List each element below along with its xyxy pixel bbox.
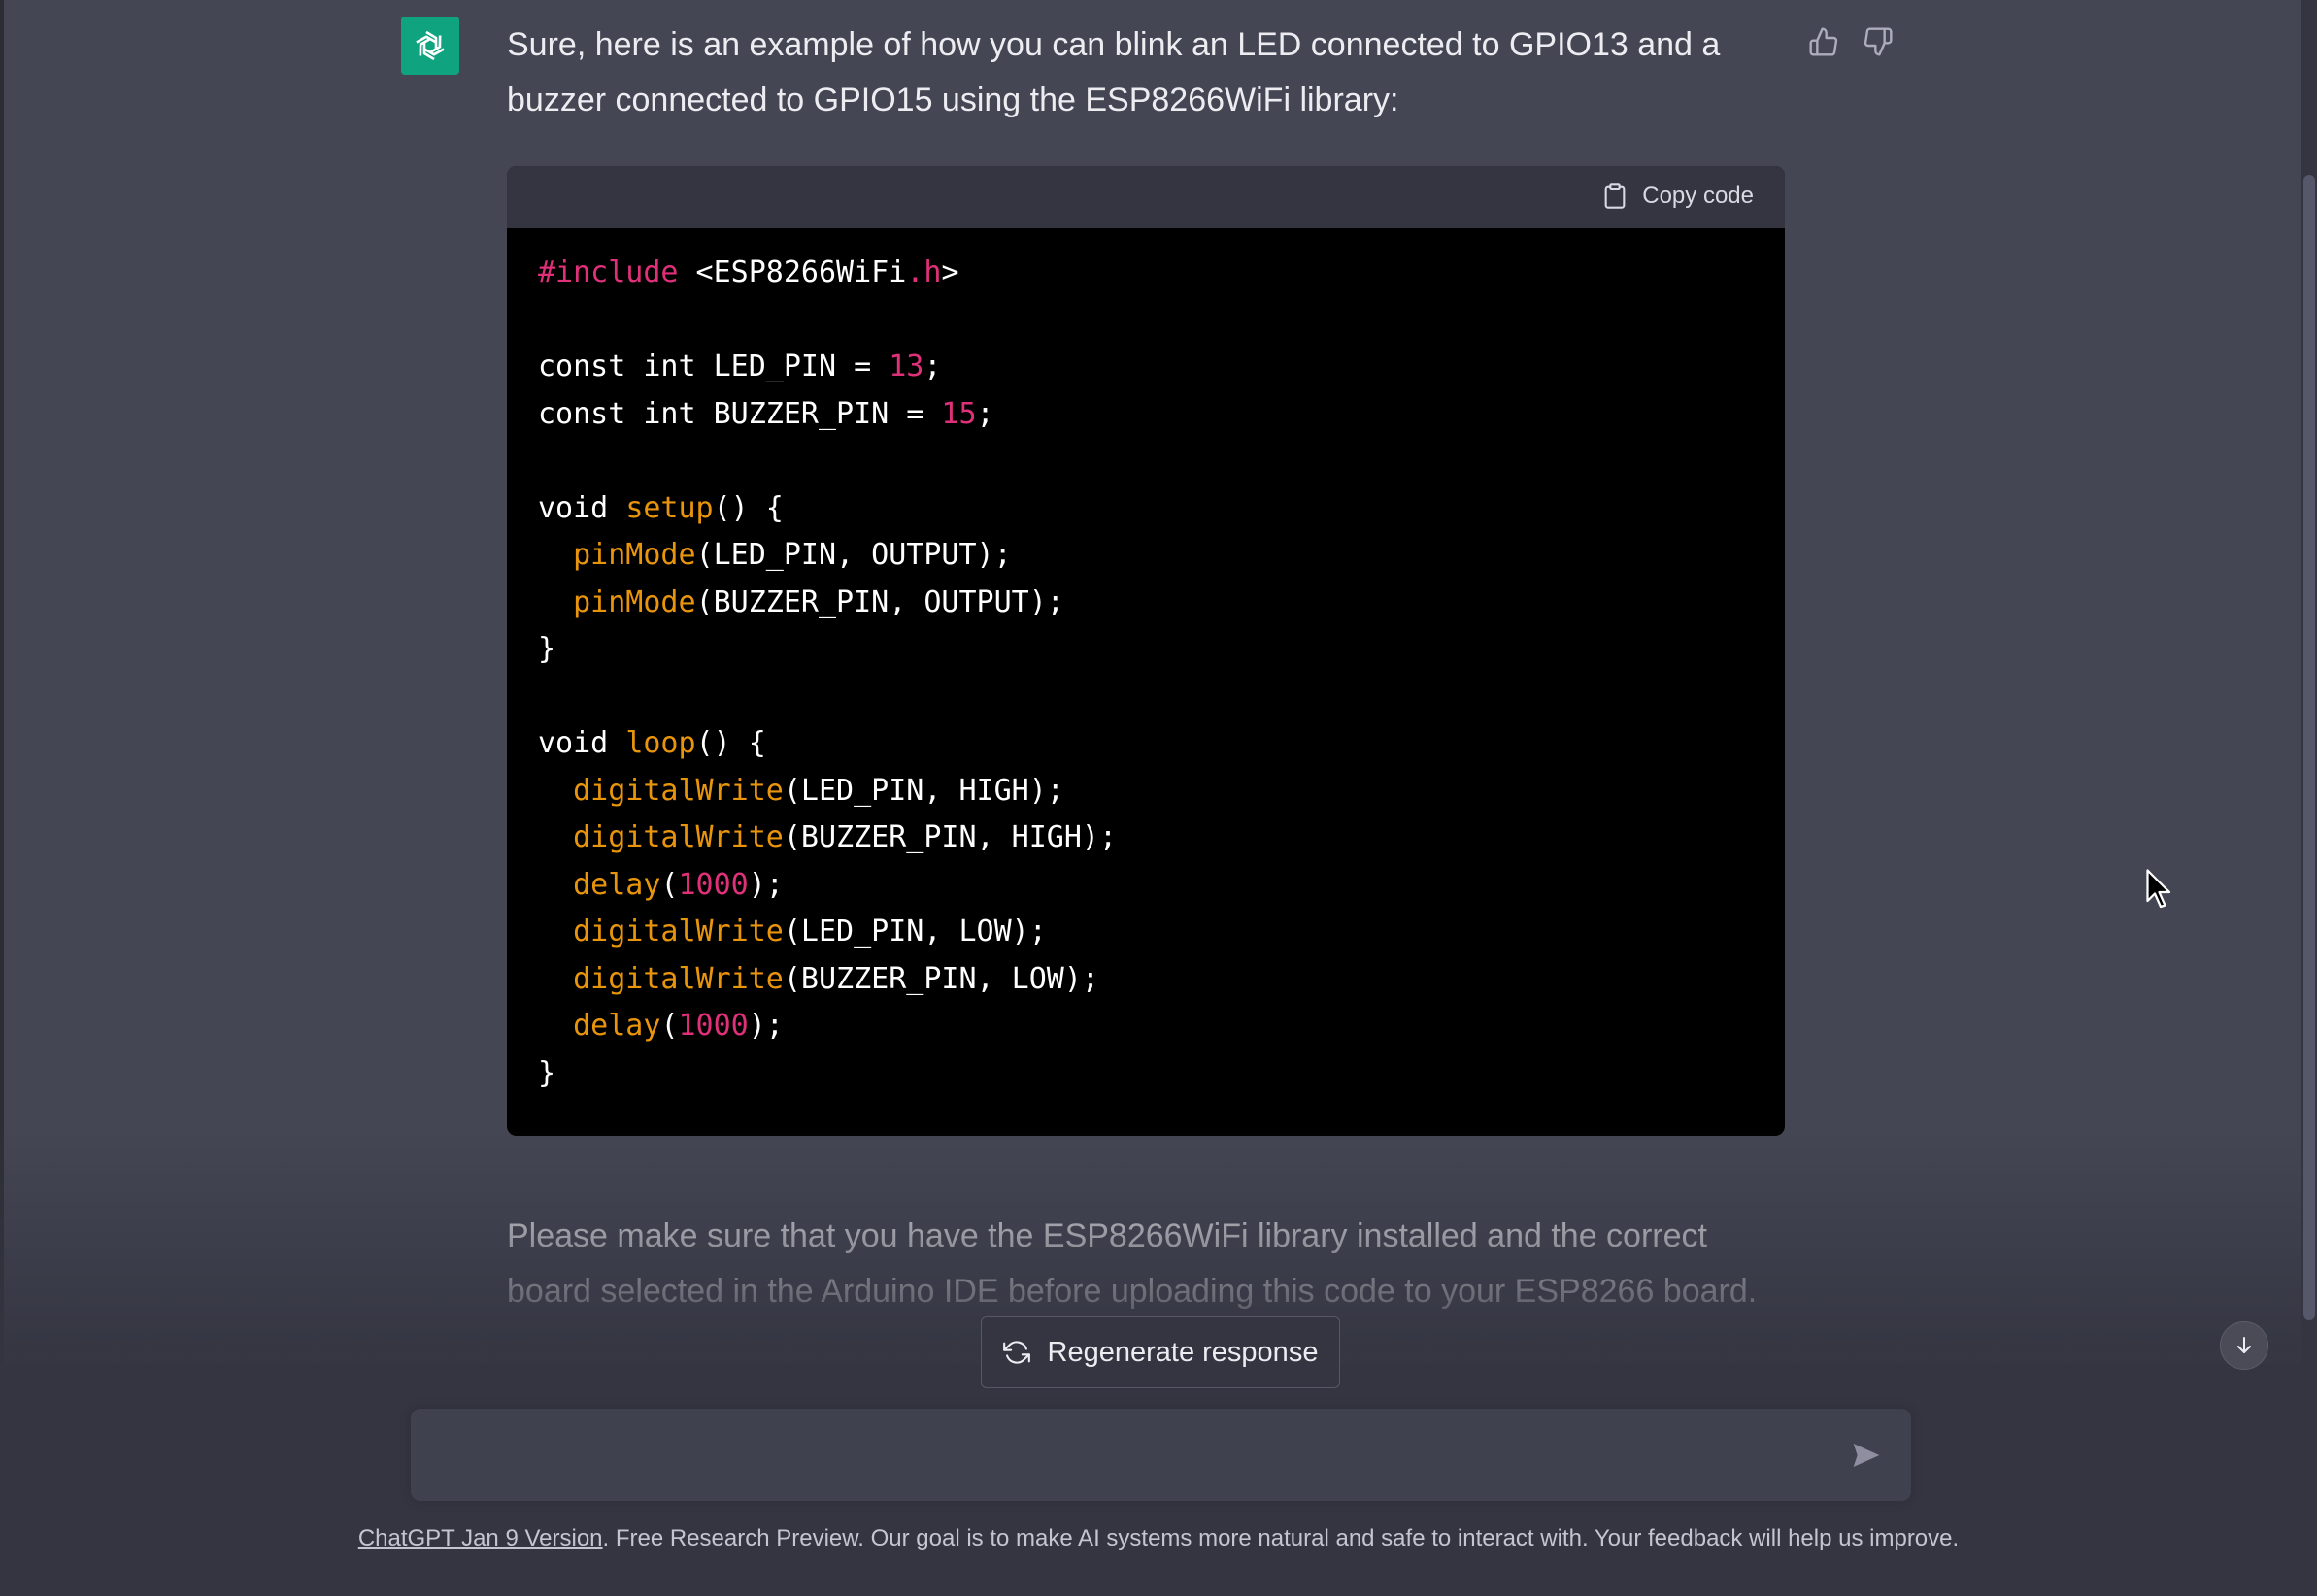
code-token: <ESP8266WiFi (678, 255, 907, 289)
code-line: digitalWrite(BUZZER_PIN, HIGH); (538, 815, 1754, 862)
chat-window: Sure, here is an example of how you can … (0, 0, 2317, 1596)
code-line: pinMode(BUZZER_PIN, OUTPUT); (538, 580, 1754, 627)
code-token: digitalWrite (573, 914, 784, 948)
code-block: Copy code #include <ESP8266WiFi.h> const… (507, 166, 1785, 1136)
code-line: void loop() { (538, 720, 1754, 768)
code-token: ; (976, 396, 994, 431)
thumbs-down-icon (1864, 27, 1893, 56)
code-token: } (538, 632, 556, 666)
assistant-message-intro: Sure, here is an example of how you can … (507, 26, 1721, 118)
code-token: 13 (889, 349, 924, 383)
mouse-cursor-icon (2146, 869, 2171, 909)
code-line: delay(1000); (538, 862, 1754, 910)
code-token: ( (660, 867, 679, 902)
code-token: (LED_PIN, LOW); (783, 914, 1047, 948)
code-token: 1000 (678, 1009, 749, 1043)
code-line: } (538, 626, 1754, 674)
code-line: const int BUZZER_PIN = 15; (538, 391, 1754, 439)
send-button[interactable] (1845, 1434, 1888, 1477)
code-token: (LED_PIN, HIGH); (783, 773, 1064, 808)
code-token: digitalWrite (573, 773, 784, 808)
code-token: (LED_PIN, OUTPUT); (695, 538, 1012, 572)
code-token: ( (660, 1009, 679, 1043)
code-token: digitalWrite (573, 820, 784, 854)
code-token: const int LED_PIN = (538, 349, 890, 383)
refresh-icon (1002, 1341, 1030, 1364)
code-token: .h (906, 255, 942, 289)
code-token: loop (625, 726, 696, 760)
code-token: > (941, 255, 959, 289)
scrollbar-thumb[interactable] (2303, 175, 2315, 1320)
footer-disclaimer: ChatGPT Jan 9 Version. Free Research Pre… (0, 1525, 2317, 1552)
code-token: void (538, 726, 626, 760)
assistant-message-outro: Please make sure that you have the ESP82… (507, 1217, 1758, 1310)
openai-logo-icon (416, 30, 445, 61)
code-token: pinMode (573, 538, 696, 572)
code-token: ); (748, 867, 784, 902)
code-token: ); (748, 1009, 784, 1043)
footer-text: . Free Research Preview. Our goal is to … (602, 1525, 1960, 1551)
code-token: ; (923, 349, 942, 383)
code-token: pinMode (573, 584, 696, 619)
code-token: () { (713, 490, 784, 525)
code-token: digitalWrite (573, 961, 784, 996)
scrollbar-track (2301, 0, 2317, 1596)
message-input[interactable] (438, 1428, 1840, 1483)
assistant-avatar (401, 17, 459, 75)
code-line: #include <ESP8266WiFi.h> (538, 249, 1754, 297)
code-token: 15 (941, 396, 977, 431)
code-content: #include <ESP8266WiFi.h> const int LED_P… (507, 228, 1785, 1097)
version-link[interactable]: ChatGPT Jan 9 Version (358, 1525, 603, 1551)
message-input-box (411, 1409, 1911, 1501)
code-token: delay (573, 1009, 661, 1043)
thumbs-up-icon (1809, 27, 1838, 56)
code-token: delay (573, 867, 661, 902)
regenerate-response-label: Regenerate response (1047, 1336, 1319, 1368)
code-line: digitalWrite(LED_PIN, LOW); (538, 909, 1754, 956)
code-line: void setup() { (538, 485, 1754, 533)
code-token: (BUZZER_PIN, LOW); (783, 961, 1099, 996)
code-line: const int LED_PIN = 13; (538, 344, 1754, 391)
clipboard-icon (1604, 183, 1626, 209)
regenerate-response-button[interactable]: Regenerate response (981, 1316, 1340, 1388)
code-line: digitalWrite(BUZZER_PIN, LOW); (538, 956, 1754, 1004)
scroll-to-bottom-button[interactable] (2220, 1321, 2268, 1370)
thumbs-up-button[interactable] (1803, 21, 1844, 62)
code-line: delay(1000); (538, 1003, 1754, 1050)
code-token: () { (695, 726, 766, 760)
arrow-down-icon (2237, 1337, 2251, 1353)
code-token: #include (538, 255, 679, 289)
code-block-header: Copy code (507, 166, 1785, 228)
code-token: void (538, 490, 626, 525)
code-token: } (538, 1055, 556, 1090)
code-line: digitalWrite(LED_PIN, HIGH); (538, 768, 1754, 815)
send-icon (1853, 1444, 1880, 1467)
code-token: (BUZZER_PIN, HIGH); (783, 820, 1118, 854)
code-token: const int BUZZER_PIN = (538, 396, 942, 431)
copy-code-label: Copy code (1642, 183, 1754, 209)
code-line: pinMode(LED_PIN, OUTPUT); (538, 532, 1754, 580)
code-token: setup (625, 490, 714, 525)
sidebar-edge (0, 0, 4, 1596)
thumbs-down-button[interactable] (1858, 21, 1898, 62)
copy-code-button[interactable]: Copy code (1601, 182, 1754, 211)
code-token: 1000 (678, 867, 749, 902)
code-line: } (538, 1050, 1754, 1098)
code-token: (BUZZER_PIN, OUTPUT); (695, 584, 1064, 619)
